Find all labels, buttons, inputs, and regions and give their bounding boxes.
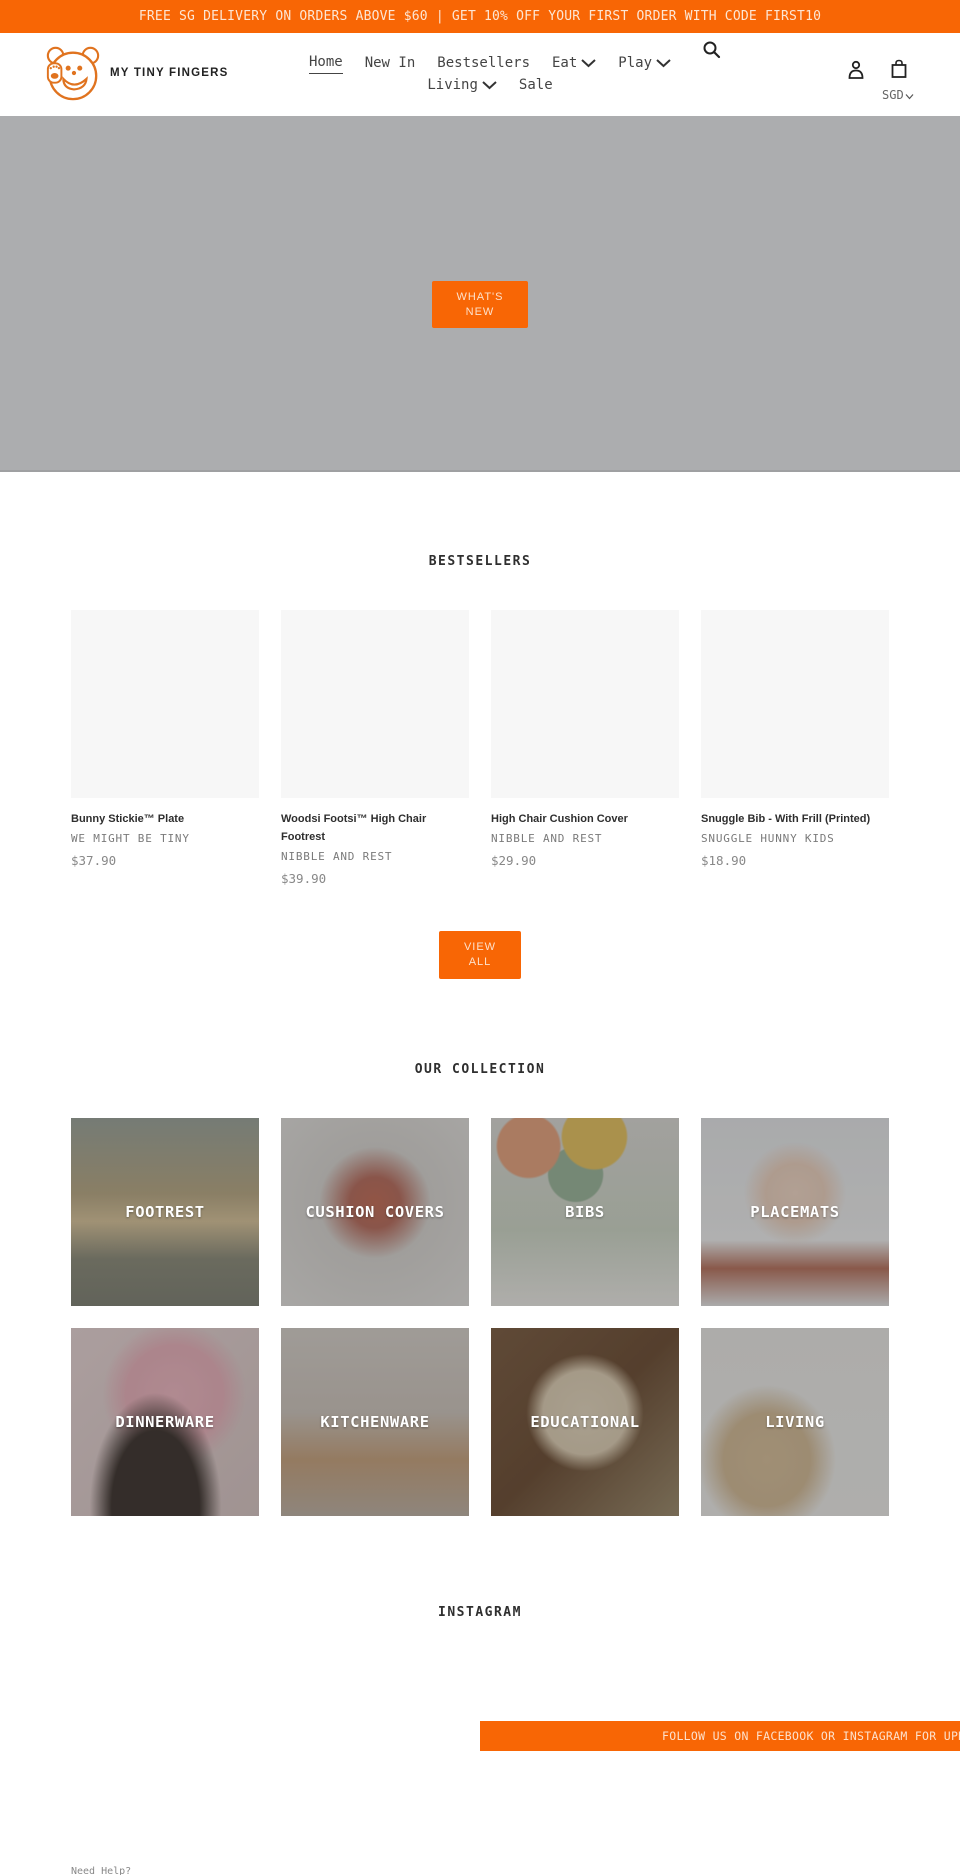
- collection-label: EDUCATIONAL: [530, 1413, 640, 1431]
- search-icon[interactable]: [702, 40, 722, 60]
- footer-need-help: Need Help?: [71, 1866, 132, 1875]
- collection-title: OUR COLLECTION: [414, 1062, 546, 1077]
- currency-value: SGD: [882, 88, 904, 102]
- view-all-button[interactable]: VIEW ALL: [439, 931, 521, 979]
- collection-tile-cushion-covers[interactable]: CUSHION COVERS: [281, 1118, 469, 1306]
- product-title: Woodsi Footsi™ High Chair Footrest: [281, 813, 427, 843]
- collection-tile-footrest[interactable]: FOOTREST: [71, 1118, 259, 1306]
- logo-link[interactable]: MY TINY FINGERS: [44, 44, 229, 102]
- product-title: Snuggle Bib - With Frill (Printed): [701, 813, 871, 825]
- instagram-title: INSTAGRAM: [438, 1605, 522, 1620]
- collection-label: BIBS: [565, 1203, 605, 1221]
- product-image-placeholder: [281, 610, 469, 798]
- collection-label: CUSHION COVERS: [305, 1203, 445, 1221]
- collection-grid: FOOTREST CUSHION COVERS BIBS PLACEMATS D…: [71, 1118, 889, 1516]
- collection-label: KITCHENWARE: [320, 1413, 430, 1431]
- product-card[interactable]: Snuggle Bib - With Frill (Printed) SNUGG…: [701, 610, 889, 886]
- nav-item-living[interactable]: Living: [416, 74, 508, 96]
- nav-label: New In: [364, 54, 416, 71]
- product-card[interactable]: High Chair Cushion Cover NIBBLE AND REST…: [491, 610, 679, 886]
- collection-label: PLACEMATS: [750, 1203, 840, 1221]
- nav-item-eat[interactable]: Eat: [541, 51, 607, 74]
- hero-banner: WHAT'S NEW: [0, 116, 960, 472]
- nav-item-bestsellers[interactable]: Bestsellers: [426, 51, 541, 74]
- product-price: $29.90: [491, 853, 537, 868]
- chevron-down-icon: [656, 58, 671, 67]
- announcement-bar: FREE SG DELIVERY ON ORDERS ABOVE $60 | G…: [0, 0, 960, 33]
- nav-label: Home: [308, 51, 343, 74]
- brand-name: MY TINY FINGERS: [110, 67, 229, 79]
- nav-label: Living: [427, 77, 478, 93]
- product-title: High Chair Cushion Cover: [491, 813, 628, 825]
- nav-label: Eat: [552, 54, 578, 71]
- collection-tile-living[interactable]: LIVING: [701, 1328, 889, 1516]
- nav-row-2: Living Sale: [290, 74, 690, 96]
- product-title: Bunny Stickie™ Plate: [71, 813, 185, 825]
- product-image-placeholder: [701, 610, 889, 798]
- nav-item-home[interactable]: Home: [298, 51, 354, 74]
- nav-label: Bestsellers: [437, 54, 530, 71]
- product-image-placeholder: [71, 610, 259, 798]
- collection-tile-educational[interactable]: EDUCATIONAL: [491, 1328, 679, 1516]
- product-price: $39.90: [281, 871, 327, 886]
- account-icon[interactable]: [846, 60, 866, 80]
- chevron-down-icon: [581, 58, 596, 67]
- follow-us-banner: FOLLOW US ON FACEBOOK OR INSTAGRAM FOR U…: [480, 1721, 960, 1751]
- cart-icon[interactable]: [889, 59, 909, 79]
- site-header: MY TINY FINGERS Home New In Bestsellers …: [0, 33, 960, 116]
- product-card[interactable]: Bunny Stickie™ Plate WE MIGHT BE TINY $3…: [71, 610, 259, 886]
- nav-item-play[interactable]: Play: [607, 51, 682, 74]
- product-card[interactable]: Woodsi Footsi™ High Chair Footrest NIBBL…: [281, 610, 469, 886]
- nav-label: Sale: [518, 77, 553, 93]
- chevron-down-icon: [482, 81, 497, 90]
- whats-new-button[interactable]: WHAT'S NEW: [432, 281, 528, 328]
- collection-tile-bibs[interactable]: BIBS: [491, 1118, 679, 1306]
- main-nav: Home New In Bestsellers Eat Play Living …: [290, 51, 690, 96]
- product-price: $37.90: [71, 853, 117, 868]
- bestsellers-title: BESTSELLERS: [428, 554, 532, 569]
- product-vendor: SNUGGLE HUNNY KIDS: [701, 832, 835, 845]
- collection-tile-dinnerware[interactable]: DINNERWARE: [71, 1328, 259, 1516]
- product-vendor: NIBBLE AND REST: [281, 850, 393, 863]
- bear-face-logo-icon: [46, 46, 100, 101]
- product-image-placeholder: [491, 610, 679, 798]
- nav-item-new-in[interactable]: New In: [354, 51, 427, 74]
- product-grid: Bunny Stickie™ Plate WE MIGHT BE TINY $3…: [71, 610, 889, 886]
- product-price: $18.90: [701, 853, 747, 868]
- nav-item-sale[interactable]: Sale: [508, 74, 564, 96]
- nav-row-1: Home New In Bestsellers Eat Play: [290, 51, 690, 74]
- collection-label: DINNERWARE: [115, 1413, 215, 1431]
- currency-selector[interactable]: SGD: [882, 88, 914, 102]
- collection-label: FOOTREST: [125, 1203, 205, 1221]
- collection-tile-kitchenware[interactable]: KITCHENWARE: [281, 1328, 469, 1516]
- product-vendor: WE MIGHT BE TINY: [71, 832, 190, 845]
- collection-label: LIVING: [765, 1413, 825, 1431]
- announcement-text: FREE SG DELIVERY ON ORDERS ABOVE $60 | G…: [138, 9, 822, 24]
- product-vendor: NIBBLE AND REST: [491, 832, 603, 845]
- collection-tile-placemats[interactable]: PLACEMATS: [701, 1118, 889, 1306]
- chevron-down-icon: [905, 94, 914, 100]
- nav-label: Play: [618, 54, 653, 71]
- follow-us-text: FOLLOW US ON FACEBOOK OR INSTAGRAM FOR U…: [662, 1729, 960, 1743]
